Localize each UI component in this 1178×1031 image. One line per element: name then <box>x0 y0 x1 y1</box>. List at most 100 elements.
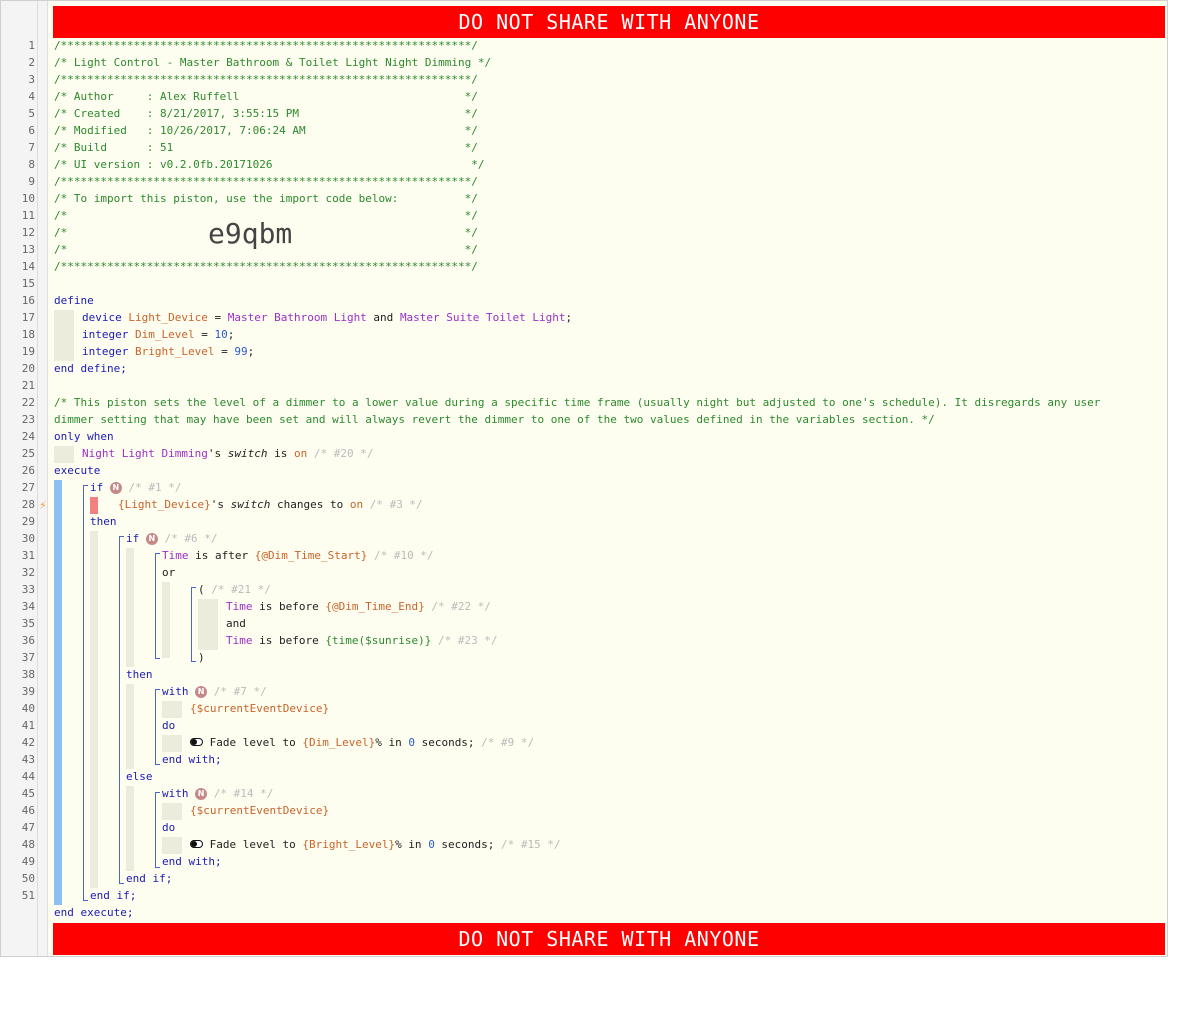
header-import-line: /* To import this piston, use the import… <box>54 192 478 205</box>
line-number: 8 <box>28 158 35 171</box>
lightning-bolt-icon: ⚡ <box>39 499 47 512</box>
define-block-bar <box>54 310 74 361</box>
time-after-condition[interactable]: Time is after {@Dim_Time_Start} /* #10 *… <box>162 547 434 564</box>
line-number: 5 <box>28 107 35 120</box>
with-statement-2[interactable]: with N /* #14 */ <box>162 785 273 802</box>
line-number: 31 <box>21 549 35 562</box>
warning-banner-top: DO NOT SHARE WITH ANYONE <box>53 6 1165 38</box>
line-number: 47 <box>21 821 35 834</box>
line-number: 13 <box>21 243 35 256</box>
line-number: 45 <box>21 787 35 800</box>
toggle-switch-icon <box>190 840 203 848</box>
line-number: 35 <box>21 617 35 630</box>
inner-if-bracket <box>119 536 124 884</box>
with-statement-1[interactable]: with N /* #7 */ <box>162 683 267 700</box>
if-bracket <box>83 485 88 901</box>
description-comment: /* This piston sets the level of a dimme… <box>54 396 1101 409</box>
do-actions-bar <box>162 735 182 752</box>
n-badge-icon: N <box>195 686 208 698</box>
gutter-divider <box>37 1 38 956</box>
header-created: /* Created : 8/21/2017, 3:55:15 PM */ <box>54 107 478 120</box>
n-badge-icon: N <box>195 788 208 800</box>
line-number: 33 <box>21 583 35 596</box>
line-number: 23 <box>21 413 35 426</box>
group-block-bar <box>162 582 170 658</box>
line-number: 22 <box>21 396 35 409</box>
trigger-condition[interactable]: {Light_Device}'s switch changes to on /*… <box>118 496 423 513</box>
line-number: 28 <box>21 498 35 511</box>
with-devices-bar <box>162 701 182 718</box>
time-before-sunrise-condition[interactable]: Time is before {time($sunrise)} /* #23 *… <box>226 632 498 649</box>
execute-block-bar <box>54 480 62 905</box>
condition-bracket <box>155 553 160 659</box>
do-keyword-2: do <box>162 821 176 834</box>
header-title: /* Light Control - Master Bathroom & Toi… <box>54 56 492 69</box>
line-number: 30 <box>21 532 35 545</box>
import-code[interactable]: e9qbm <box>208 217 292 251</box>
n-badge-icon: N <box>145 533 158 545</box>
line-number: 17 <box>21 311 35 324</box>
inner-if-statement[interactable]: if N /* #6 */ <box>126 530 217 547</box>
line-number: 37 <box>21 651 35 664</box>
header-stars: /***************************************… <box>54 260 478 273</box>
with-device-1[interactable]: {$currentEventDevice} <box>190 700 329 717</box>
fade-bright-action[interactable]: Fade level to {Bright_Level}% in 0 secon… <box>190 836 561 853</box>
condition-group[interactable]: ( /* #21 */ <box>198 581 271 598</box>
warning-banner-bottom: DO NOT SHARE WITH ANYONE <box>53 923 1165 955</box>
only-when-block-bar <box>54 446 74 463</box>
header-build: /* Build : 51 */ <box>54 141 478 154</box>
device-declaration[interactable]: device Light_Device = Master Bathroom Li… <box>82 309 572 326</box>
line-number: 42 <box>21 736 35 749</box>
line-number: 41 <box>21 719 35 732</box>
header-stars: /***************************************… <box>54 73 478 86</box>
header-author: /* Author : Alex Ruffell */ <box>54 90 478 103</box>
line-number: 49 <box>21 855 35 868</box>
end-execute: end execute; <box>54 906 134 919</box>
line-number: 51 <box>21 889 35 902</box>
line-number: 18 <box>21 328 35 341</box>
bright-level-declaration[interactable]: integer Bright_Level = 99; <box>82 343 254 360</box>
with-device-2[interactable]: {$currentEventDevice} <box>190 802 329 819</box>
else-actions-bar <box>126 786 134 871</box>
header-stars: /***************************************… <box>54 175 478 188</box>
line-number: 26 <box>21 464 35 477</box>
line-number: 48 <box>21 838 35 851</box>
line-number: 10 <box>21 192 35 205</box>
fade-dim-action[interactable]: Fade level to {Dim_Level}% in 0 seconds;… <box>190 734 534 751</box>
line-number: 2 <box>28 56 35 69</box>
then-actions-bar <box>126 684 134 769</box>
line-number: 14 <box>21 260 35 273</box>
line-number: 25 <box>21 447 35 460</box>
line-number: 44 <box>21 770 35 783</box>
line-number: 38 <box>21 668 35 681</box>
line-number: 27 <box>21 481 35 494</box>
line-number: 1 <box>28 39 35 52</box>
line-number: 9 <box>28 175 35 188</box>
end-with-2: end with; <box>162 855 222 868</box>
line-number: 20 <box>21 362 35 375</box>
execute-keyword: execute <box>54 464 101 477</box>
restriction-condition[interactable]: Night Light Dimming's switch is on /* #2… <box>82 445 373 462</box>
define-keyword: define <box>54 294 94 307</box>
line-number: 7 <box>28 141 35 154</box>
group-close: ) <box>198 651 205 664</box>
group-bracket <box>191 587 196 662</box>
line-number: 39 <box>21 685 35 698</box>
line-number: 15 <box>21 277 35 290</box>
line-number: 11 <box>21 209 35 222</box>
piston-viewer: DO NOT SHARE WITH ANYONE DO NOT SHARE WI… <box>0 0 1168 957</box>
toggle-switch-icon <box>190 738 203 746</box>
if-statement[interactable]: if N /* #1 */ <box>90 479 181 496</box>
inner-group-bar <box>198 599 218 650</box>
n-badge-icon: N <box>109 482 122 494</box>
else-do-actions-bar <box>162 837 182 854</box>
else-keyword: else <box>126 770 153 783</box>
end-define-keyword: end define; <box>54 362 127 375</box>
line-number: 50 <box>21 872 35 885</box>
line-number: 32 <box>21 566 35 579</box>
line-number: 29 <box>21 515 35 528</box>
header-modified: /* Modified : 10/26/2017, 7:06:24 AM */ <box>54 124 478 137</box>
time-before-end-condition[interactable]: Time is before {@Dim_Time_End} /* #22 */ <box>226 598 491 615</box>
dim-level-declaration[interactable]: integer Dim_Level = 10; <box>82 326 234 343</box>
condition-block-bar <box>126 548 134 667</box>
